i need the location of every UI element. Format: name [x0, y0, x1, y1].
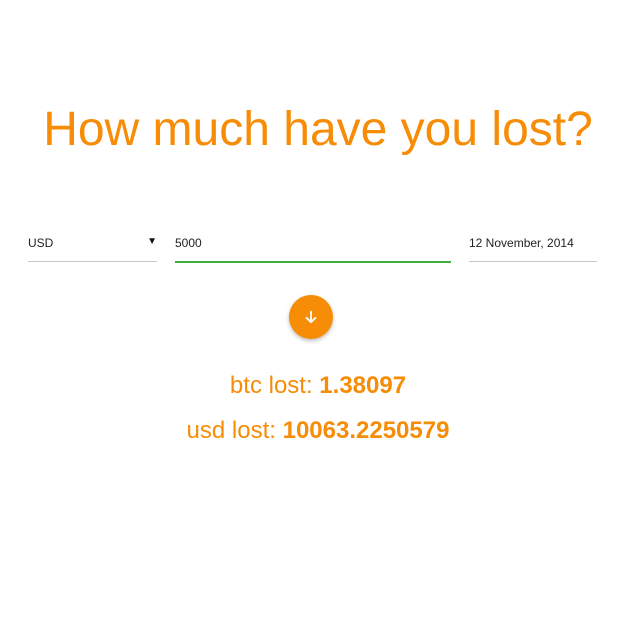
currency-select-value: USD — [28, 236, 54, 250]
date-input-value: 12 November, 2014 — [469, 236, 574, 250]
currency-select[interactable]: USD ▼ — [28, 224, 157, 262]
btc-lost-label: btc lost: — [229, 372, 313, 399]
page-title: How much have you lost? — [43, 103, 593, 156]
date-input[interactable]: 12 November, 2014 — [469, 224, 597, 262]
lost-form: USD ▼ 5000 12 November, 2014 — [0, 224, 636, 264]
amount-input-value: 5000 — [175, 236, 202, 250]
usd-lost-result: usd lost: 10063.2250579 — [0, 417, 636, 445]
usd-lost-value: 10063.2250579 — [282, 417, 450, 444]
btc-lost-result: btc lost: 1.38097 — [0, 372, 636, 400]
usd-lost-label: usd lost: — [186, 417, 276, 444]
calculate-button[interactable] — [289, 295, 333, 339]
btc-lost-value: 1.38097 — [319, 372, 407, 399]
caret-down-icon: ▼ — [147, 236, 157, 247]
amount-input[interactable]: 5000 — [175, 224, 451, 263]
arrow-down-icon — [305, 310, 317, 324]
